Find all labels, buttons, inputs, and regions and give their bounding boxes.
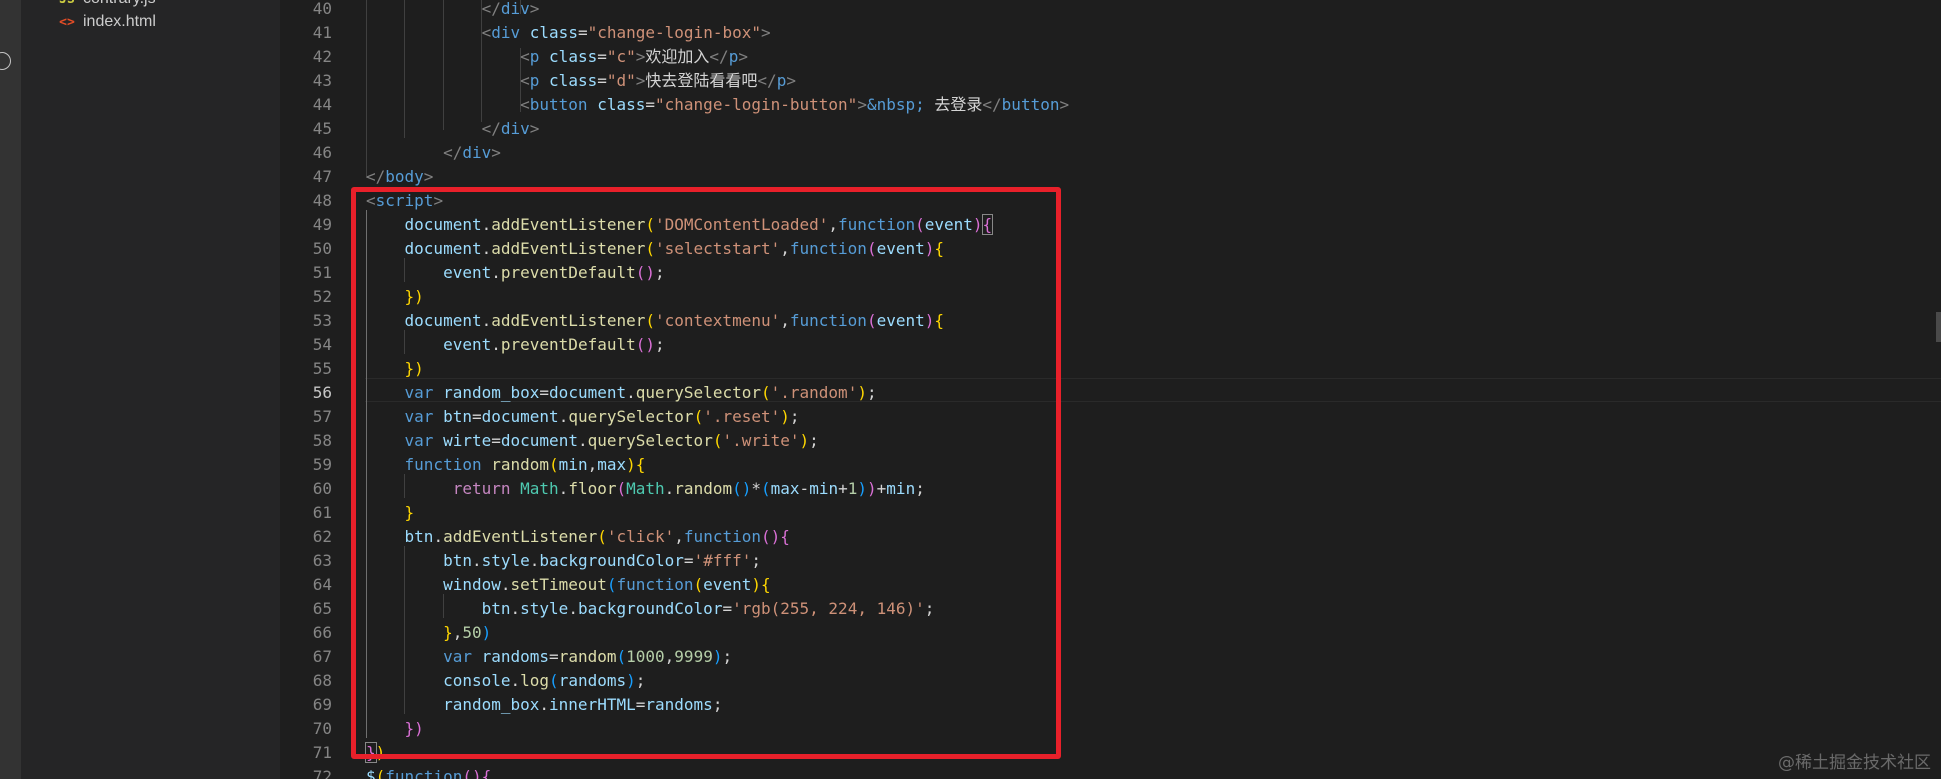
line-number: 53 <box>312 311 332 330</box>
code-line-46: </div> <box>443 143 501 162</box>
line-number: 45 <box>312 119 332 138</box>
line-number: 70 <box>312 719 332 738</box>
line-number: 52 <box>312 287 332 306</box>
line-number: 68 <box>312 671 332 690</box>
code-line-45: </div> <box>481 119 540 138</box>
code-line-47: </body> <box>366 167 434 186</box>
line-number-gutter: 40 41 42 43 44 45 46 47 48 49 50 51 52 53 54 55 56 57 58 59… <box>280 0 332 779</box>
line-number: 57 <box>312 407 332 426</box>
line-number: 58 <box>312 431 332 450</box>
code-line-40: </div> <box>481 0 540 18</box>
red-highlight-box <box>351 187 1061 759</box>
line-number: 47 <box>312 167 332 186</box>
line-number: 63 <box>312 551 332 570</box>
line-number: 72 <box>312 767 332 779</box>
line-number: 60 <box>312 479 332 498</box>
html-file-icon: <> <box>59 14 75 30</box>
activity-bar <box>0 0 21 779</box>
line-number: 67 <box>312 647 332 666</box>
file-item-contrary-js[interactable]: JS contrary.js <box>59 0 156 10</box>
file-name: contrary.js <box>83 0 156 8</box>
line-number: 51 <box>312 263 332 282</box>
line-number: 41 <box>312 23 332 42</box>
line-number: 56 <box>312 383 332 402</box>
code-line-43: <p class="d">快去登陆看看吧</p> <box>520 71 796 90</box>
code-line-72: $(function(){ <box>366 767 492 779</box>
line-number: 62 <box>312 527 332 546</box>
line-number: 54 <box>312 335 332 354</box>
line-number: 69 <box>312 695 332 714</box>
file-item-index-html[interactable]: <> index.html <box>59 11 156 33</box>
line-number: 59 <box>312 455 332 474</box>
scrollbar-marker[interactable] <box>1936 312 1941 342</box>
watermark: @稀土掘金技术社区 <box>1778 753 1931 773</box>
line-number: 50 <box>312 239 332 258</box>
file-name: index.html <box>83 13 156 30</box>
line-number: 61 <box>312 503 332 522</box>
js-file-icon: JS <box>59 0 75 7</box>
line-number: 43 <box>312 71 332 90</box>
line-number: 55 <box>312 359 332 378</box>
explorer-sidebar: JS contrary.js <> index.html <box>21 0 280 779</box>
line-number: 46 <box>312 143 332 162</box>
line-number: 40 <box>312 0 332 18</box>
line-number: 65 <box>312 599 332 618</box>
line-number: 44 <box>312 95 332 114</box>
line-number: 42 <box>312 47 332 66</box>
line-number: 49 <box>312 215 332 234</box>
code-line-42: <p class="c">欢迎加入</p> <box>520 47 748 66</box>
line-number: 48 <box>312 191 332 210</box>
code-line-41: <div class="change-login-box"> <box>481 23 771 42</box>
line-number: 71 <box>312 743 332 762</box>
account-icon[interactable] <box>0 52 11 70</box>
line-number: 66 <box>312 623 332 642</box>
line-number: 64 <box>312 575 332 594</box>
code-line-44: <button class="change-login-button">&nbs… <box>520 95 1070 114</box>
